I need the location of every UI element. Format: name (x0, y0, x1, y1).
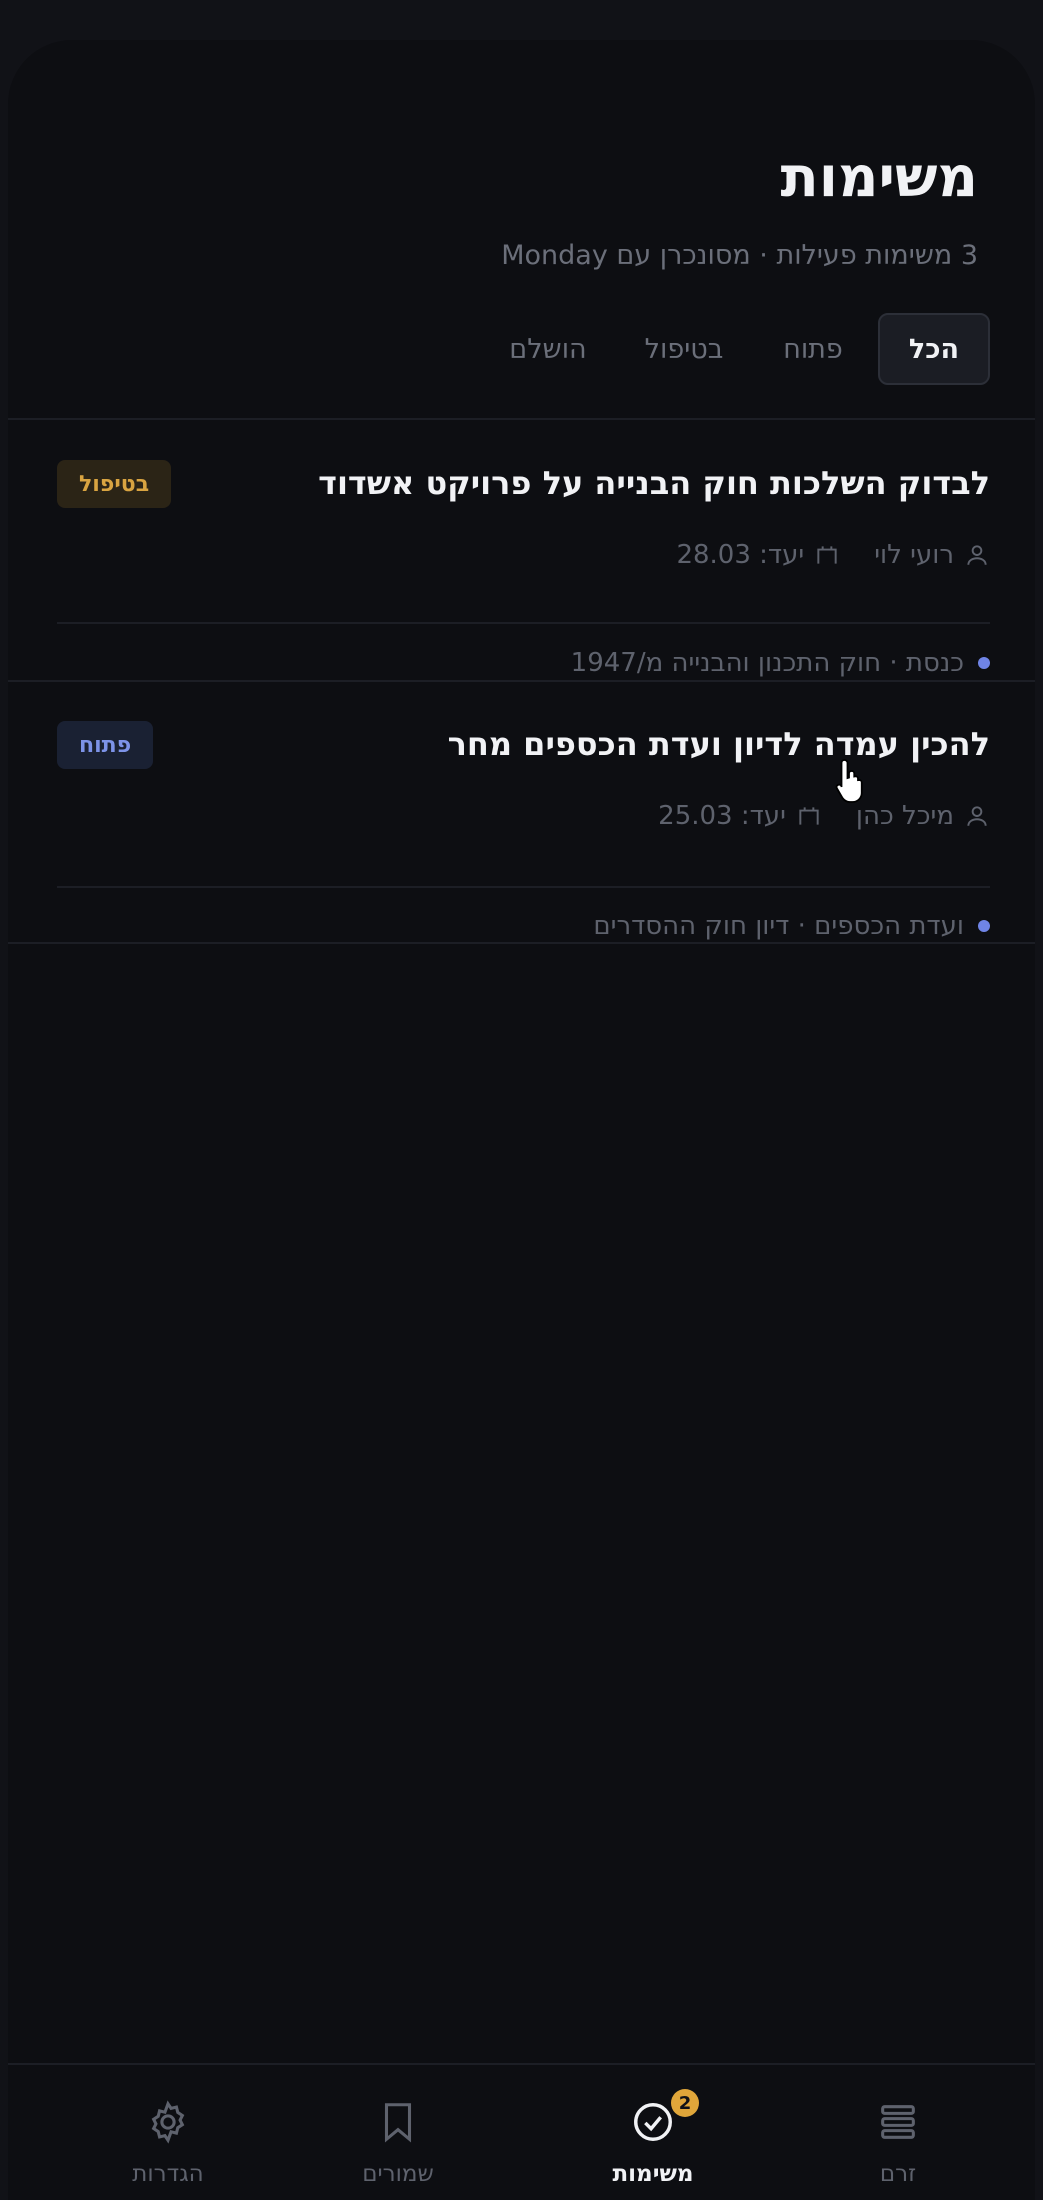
tab-all[interactable]: הכל (878, 313, 990, 385)
divider (8, 942, 1035, 944)
assignee: רועי לוי (874, 540, 954, 570)
check-circle-icon (634, 2103, 672, 2141)
app-screen: משימות 3 משימות פעילות · מסונכרן עם Mond… (8, 40, 1035, 2200)
task-title[interactable]: לבדוק השלכות חוק הבנייה על פרויקט אשדוד (318, 464, 990, 502)
nav-settings[interactable]: הגדרות (78, 2065, 258, 2200)
divider (57, 886, 990, 888)
hand-cursor-icon (835, 759, 863, 803)
nav-label: זרם (879, 2161, 917, 2187)
notification-badge: 2 (671, 2089, 699, 2117)
calendar-icon (817, 546, 837, 564)
source-label: כנסת · חוק התכנון והבנייה מ/1947 (570, 648, 964, 678)
due-date: יעד: 28.03 (676, 540, 805, 570)
task-card[interactable]: להכין עמדה לדיון ועדת הכספים מחר פתוח מי… (8, 721, 1035, 945)
divider (8, 680, 1035, 682)
assignee: מיכל כהן (855, 801, 954, 831)
nav-feed[interactable]: זרם (808, 2065, 988, 2200)
calendar-icon (799, 807, 819, 825)
tab-done[interactable]: הושלם (488, 313, 608, 385)
user-icon (967, 806, 987, 826)
divider (57, 622, 990, 624)
nav-label: משימות (612, 2161, 694, 2187)
tab-in-progress[interactable]: בטיפול (620, 313, 748, 385)
source-dot-icon (978, 920, 990, 932)
status-badge: פתוח (57, 721, 154, 769)
task-source[interactable]: כנסת · חוק התכנון והבנייה מ/1947 (571, 648, 990, 678)
page-title: משימות (780, 145, 978, 210)
gear-icon (151, 2100, 185, 2144)
tab-open[interactable]: פתוח (760, 313, 866, 385)
divider (8, 418, 1035, 420)
feed-icon (881, 2105, 915, 2139)
user-icon (967, 545, 987, 565)
status-badge: בטיפול (57, 460, 172, 508)
source-dot-icon (978, 657, 990, 669)
task-meta: רועי לוי יעד: 28.03 (676, 540, 990, 570)
task-title[interactable]: להכין עמדה לדיון ועדת הכספים מחר (448, 725, 990, 763)
task-meta: מיכל כהן יעד: 25.03 (658, 801, 990, 831)
bookmark-icon (384, 2103, 412, 2143)
nav-label: שמורים (362, 2161, 434, 2187)
task-card[interactable]: לבדוק השלכות חוק הבנייה על פרויקט אשדוד … (8, 460, 1035, 684)
nav-tasks[interactable]: 2 משימות (563, 2065, 743, 2200)
source-label: ועדת הכספים · דיון חוק ההסדרים (593, 911, 964, 941)
filter-tabs: הכל פתוח בטיפול הושלם (488, 313, 990, 385)
task-source[interactable]: ועדת הכספים · דיון חוק ההסדרים (593, 911, 990, 941)
bottom-nav: הגדרות שמורים 2 משימות זרם (8, 2063, 1035, 2200)
nav-label: הגדרות (132, 2161, 204, 2187)
page-subtitle: 3 משימות פעילות · מסונכרן עם Monday (501, 240, 978, 271)
due-date: יעד: 25.03 (658, 801, 786, 831)
nav-saved[interactable]: שמורים (308, 2065, 488, 2200)
